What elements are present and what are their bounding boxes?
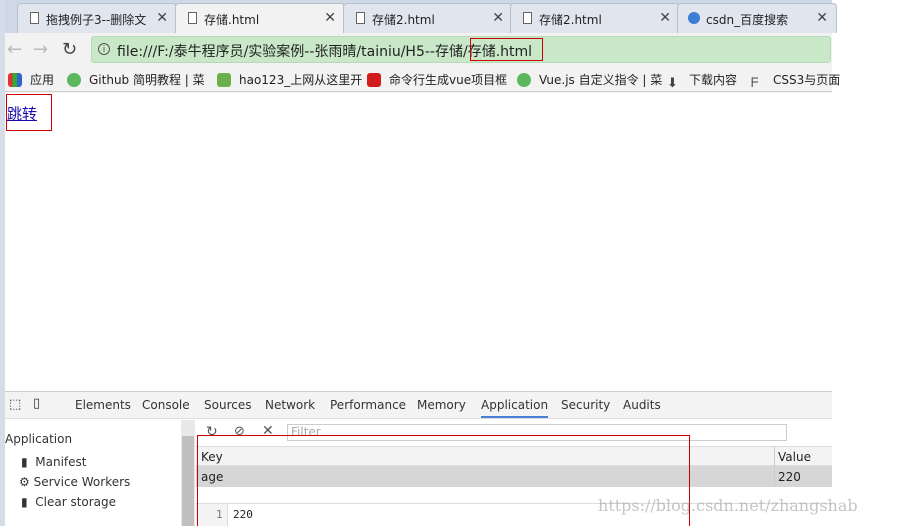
close-icon[interactable]: ✕ xyxy=(156,10,168,26)
tab-network[interactable]: Network xyxy=(265,398,315,412)
sidebar-item-service-workers[interactable]: ⚙ Service Workers xyxy=(19,475,130,489)
close-icon[interactable]: ✕ xyxy=(659,10,671,26)
tab-storage2-b[interactable]: 存储2.html ✕ xyxy=(510,3,680,33)
runoob-icon xyxy=(67,73,81,87)
bookmarks-bar: 应用 Github 简明教程 | 菜 hao123_上网从这里开 命令行生成vu… xyxy=(5,66,840,92)
runoob-icon xyxy=(517,73,531,87)
document-icon xyxy=(523,12,532,24)
file-icon: ▮ xyxy=(21,455,28,469)
column-value-header[interactable]: Value xyxy=(778,450,811,464)
bookmark-label: 下载内容 xyxy=(689,73,738,87)
watermark: https://blog.csdn.net/zhangshab xyxy=(598,496,858,515)
sidebar-item-label: Manifest xyxy=(35,455,87,469)
tab-application[interactable]: Application xyxy=(481,398,549,418)
link-highlight-box xyxy=(6,94,52,131)
reload-icon[interactable]: ↻ xyxy=(62,39,77,60)
close-icon[interactable]: ✕ xyxy=(816,10,828,26)
inspect-element-icon[interactable]: ⬚ xyxy=(9,397,21,412)
tab-memory[interactable]: Memory xyxy=(417,398,466,412)
tab-audits[interactable]: Audits xyxy=(623,398,661,412)
sidebar-heading: Application xyxy=(5,432,73,446)
row-value[interactable]: 220 xyxy=(778,470,801,484)
bookmark-vue-directive[interactable]: Vue.js 自定义指令 | 菜 xyxy=(517,71,662,88)
document-icon xyxy=(356,12,365,24)
address-bar[interactable]: i file:///F:/泰牛程序员/实验案例--张雨晴/tainiu/H5--… xyxy=(91,36,831,63)
close-icon[interactable]: ✕ xyxy=(324,10,336,26)
bookmark-label: CSS3与页面 xyxy=(773,73,841,87)
download-icon: ⬇ xyxy=(667,76,678,91)
info-icon[interactable]: i xyxy=(98,43,110,55)
tab-title: csdn_百度搜索 xyxy=(706,13,789,27)
bookmark-label: 应用 xyxy=(30,73,55,87)
document-icon xyxy=(30,12,39,24)
bookmark-apps[interactable]: 应用 xyxy=(8,71,54,88)
bookmark-hao123[interactable]: hao123_上网从这里开 xyxy=(217,71,362,88)
devtools-toolbar: ⬚ ▯ Elements Console Sources Network Per… xyxy=(5,392,832,419)
trash-icon: ▮ xyxy=(21,495,28,509)
bookmark-vue-cli[interactable]: 命令行生成vue项目框 xyxy=(367,71,507,88)
forward-arrow-icon[interactable]: → xyxy=(33,39,48,60)
column-divider xyxy=(774,446,775,487)
tab-elements[interactable]: Elements xyxy=(75,398,131,412)
tab-title: 存储.html xyxy=(204,13,260,27)
url-highlight-box xyxy=(470,38,543,61)
tab-baidu-search[interactable]: csdn_百度搜索 ✕ xyxy=(677,3,837,33)
bookmark-label: Github 简明教程 | 菜 xyxy=(89,73,205,87)
application-sidebar: Application ▮ Manifest ⚙ Service Workers… xyxy=(5,420,181,526)
bookmark-label: hao123_上网从这里开 xyxy=(239,73,363,87)
hao123-icon xyxy=(217,73,231,87)
tab-security[interactable]: Security xyxy=(561,398,610,412)
tab-bar: 拖拽例子3--删除文件 ✕ 存储.html ✕ 存储2.html ✕ 存储2.h… xyxy=(5,0,837,33)
close-icon[interactable]: ✕ xyxy=(492,10,504,26)
back-arrow-icon[interactable]: ← xyxy=(7,39,22,60)
tab-storage2[interactable]: 存储2.html ✕ xyxy=(343,3,513,33)
tab-title: 存储2.html xyxy=(372,13,435,27)
csdn-c-icon xyxy=(367,73,381,87)
sidebar-item-manifest[interactable]: ▮ Manifest xyxy=(21,455,86,469)
apps-grid-icon xyxy=(8,73,22,87)
document-icon xyxy=(188,12,197,24)
bookmark-css3[interactable]: ᖴ CSS3与页面 xyxy=(751,71,840,91)
tab-sources[interactable]: Sources xyxy=(204,398,251,412)
sidebar-item-label: Clear storage xyxy=(35,495,117,509)
bookmark-label: Vue.js 自定义指令 | 菜 xyxy=(539,73,663,87)
tab-drag-example[interactable]: 拖拽例子3--删除文件 ✕ xyxy=(17,3,177,33)
device-toolbar-icon[interactable]: ▯ xyxy=(33,396,40,411)
bookmark-github-tutorial[interactable]: Github 简明教程 | 菜 xyxy=(67,71,205,88)
bookmark-label: 命令行生成vue项目框 xyxy=(389,73,508,87)
sidebar-item-clear-storage[interactable]: ▮ Clear storage xyxy=(21,495,116,509)
sidebar-scroll-thumb[interactable] xyxy=(182,436,194,526)
gear-icon: ⚙ xyxy=(19,475,30,489)
tab-title: 存储2.html xyxy=(539,13,602,27)
css-icon: ᖴ xyxy=(751,76,759,91)
tab-performance[interactable]: Performance xyxy=(330,398,406,412)
tab-title: 拖拽例子3--删除文件 xyxy=(46,13,146,27)
sidebar-item-label: Service Workers xyxy=(33,475,131,489)
bookmark-downloads[interactable]: ⬇ 下载内容 xyxy=(667,71,737,91)
baidu-paw-icon xyxy=(688,12,700,24)
tab-storage-active[interactable]: 存储.html ✕ xyxy=(175,3,345,33)
tab-console[interactable]: Console xyxy=(142,398,190,412)
